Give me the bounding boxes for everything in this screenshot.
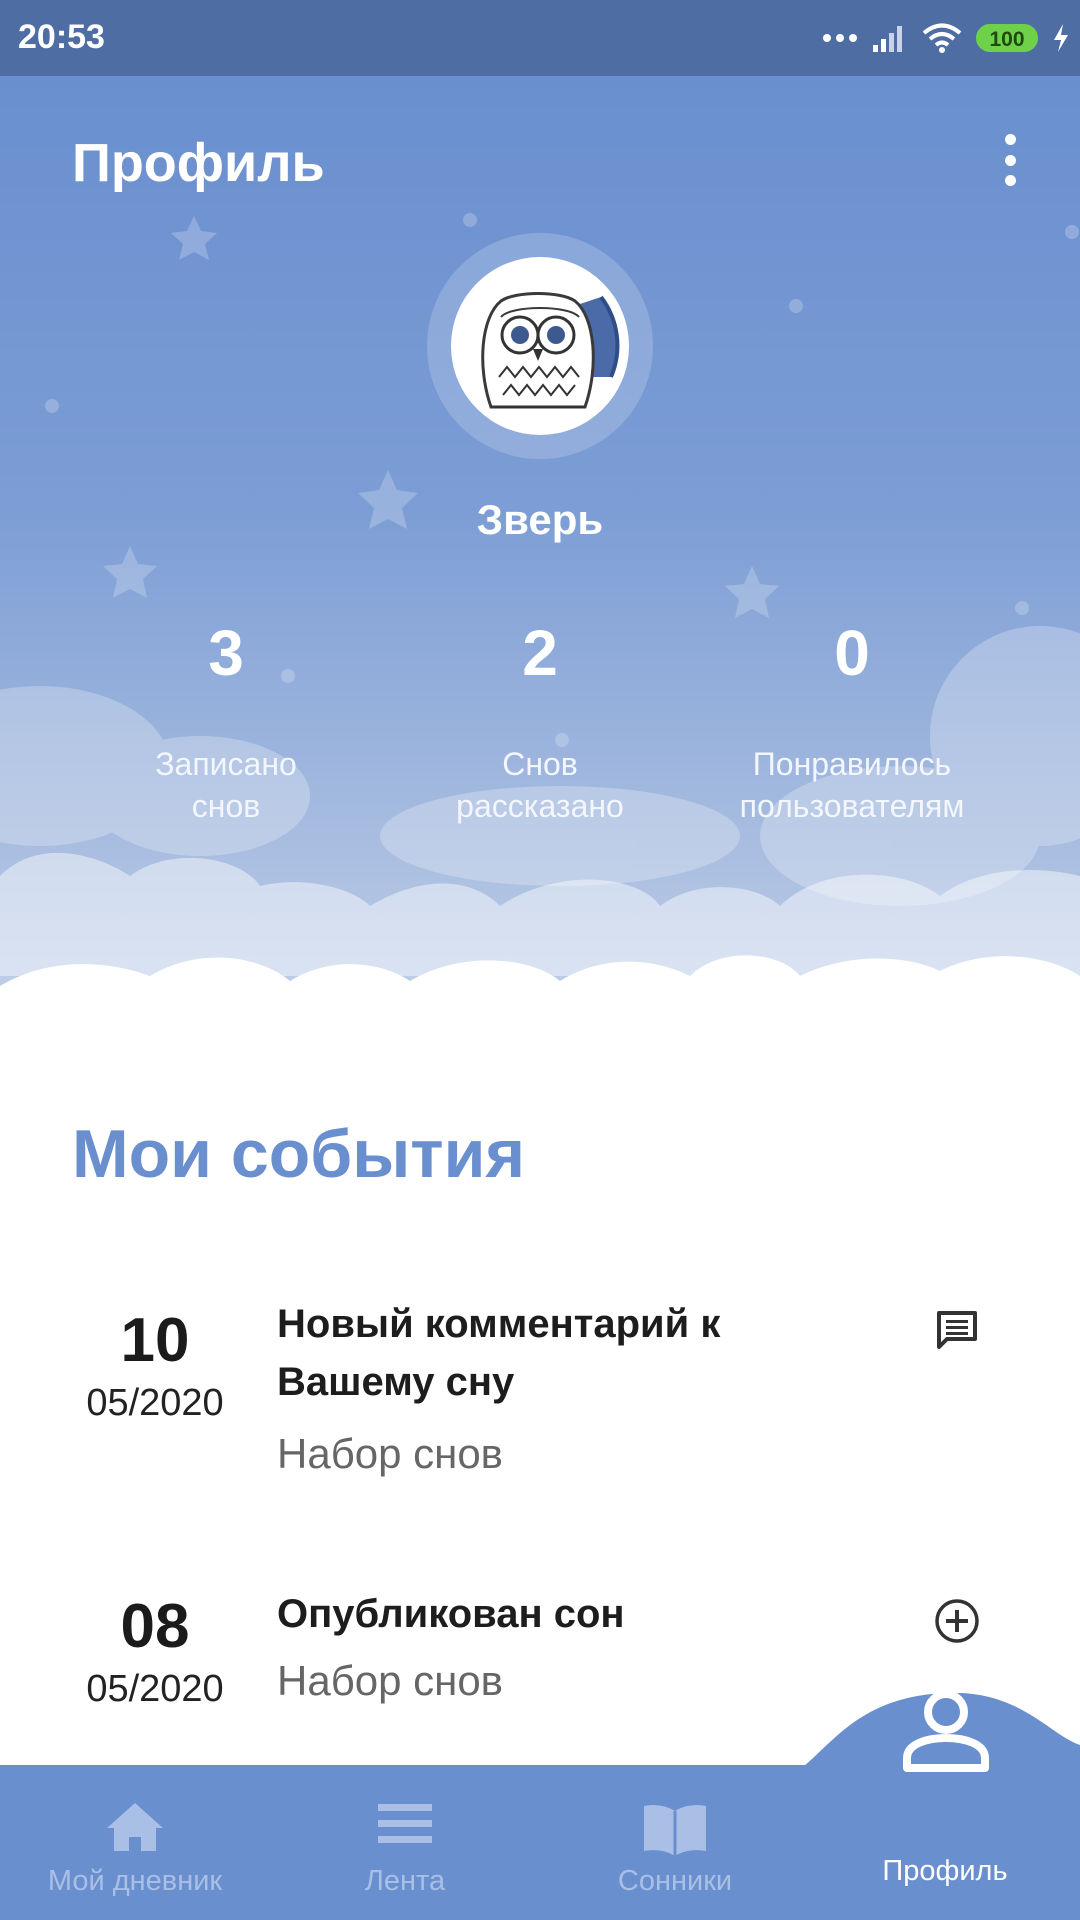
battery-indicator: 100 xyxy=(976,24,1038,52)
wifi-icon xyxy=(922,23,962,53)
page-title: Профиль xyxy=(72,133,325,193)
owl-avatar[interactable] xyxy=(451,257,629,435)
nav-item-diary[interactable]: Мой дневник xyxy=(15,1765,255,1920)
plus-circle-icon[interactable] xyxy=(933,1597,981,1645)
event-subtitle: Набор снов xyxy=(277,1430,503,1477)
status-icons: 100 xyxy=(822,18,1070,58)
nav-label: Сонники xyxy=(617,1865,733,1897)
night-sky-decoration xyxy=(0,213,1080,1036)
nav-label: Лента xyxy=(364,1865,446,1897)
event-day: 10 xyxy=(120,1306,190,1375)
nav-label: Мой дневник xyxy=(47,1865,223,1897)
event-month: 05/2020 xyxy=(86,1382,224,1424)
event-title: Опубликован сон xyxy=(277,1592,625,1636)
stat-label: Снов рассказано xyxy=(456,746,624,824)
home-icon xyxy=(107,1803,163,1851)
events-section-title: Мои события xyxy=(72,1116,526,1192)
more-dots-icon xyxy=(823,34,857,42)
more-vertical-icon[interactable] xyxy=(990,130,1030,190)
nav-item-dream-books[interactable]: Сонники xyxy=(555,1765,795,1920)
signal-icon xyxy=(873,26,902,52)
charging-icon xyxy=(1054,24,1068,52)
event-title: Новый комментарий к Вашему сну xyxy=(277,1302,721,1404)
bottom-navigation: Мой дневник Лента Сонники Профиль xyxy=(0,1690,1080,1920)
nav-item-profile[interactable]: Профиль xyxy=(825,1690,1065,1920)
status-bar: 20:53 100 xyxy=(0,0,1080,76)
user-name: Зверь xyxy=(476,496,604,543)
comment-icon[interactable] xyxy=(933,1307,981,1355)
nav-label: Профиль xyxy=(882,1855,1008,1887)
event-day: 08 xyxy=(120,1592,190,1661)
book-icon xyxy=(644,1805,706,1856)
nav-item-feed[interactable]: Лента xyxy=(285,1765,525,1920)
person-icon xyxy=(903,1690,989,1772)
stat-dreams-told: 2 Снов рассказано xyxy=(380,621,700,827)
stat-label: Понравилось пользователям xyxy=(739,746,965,824)
stat-value: 2 xyxy=(522,617,558,689)
stat-value: 3 xyxy=(208,617,244,689)
stat-liked-by-users: 0 Понравилось пользователям xyxy=(692,621,1012,827)
owl-icon xyxy=(481,292,620,409)
stat-label: Записано снов xyxy=(155,746,297,824)
battery-level: 100 xyxy=(989,28,1025,51)
avatar-frame xyxy=(427,233,653,459)
event-subtitle: Набор снов xyxy=(277,1657,503,1704)
profile-header: Профиль Зверь 3 Записано снов 2 Снов рас… xyxy=(0,76,1080,1036)
stat-value: 0 xyxy=(834,617,870,689)
status-time: 20:53 xyxy=(18,18,105,56)
feed-icon xyxy=(378,1804,432,1843)
event-month: 05/2020 xyxy=(86,1668,224,1710)
stat-dreams-recorded: 3 Записано снов xyxy=(66,621,386,827)
